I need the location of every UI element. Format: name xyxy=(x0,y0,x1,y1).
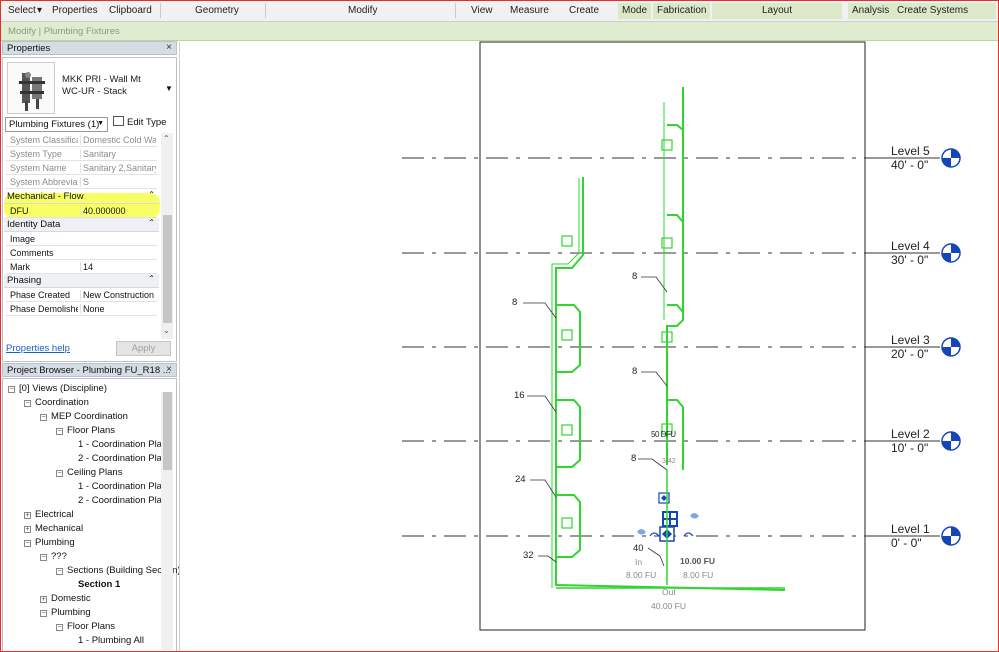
level-5-elevation[interactable]: 40' - 0" xyxy=(891,158,928,172)
small-size-label: 3/42 xyxy=(662,458,676,465)
level-5-name[interactable]: Level 5 xyxy=(891,144,930,158)
level-3-elevation[interactable]: 20' - 0" xyxy=(891,347,928,361)
fu-label-left: 8.00 FU xyxy=(626,570,657,580)
level-head-symbols xyxy=(941,148,961,546)
pipe-tag-left-24[interactable]: 24 xyxy=(515,474,526,485)
pipe-tag-left-8[interactable]: 8 xyxy=(512,297,517,308)
level-1-name[interactable]: Level 1 xyxy=(891,522,930,536)
level-4-name[interactable]: Level 4 xyxy=(891,239,930,253)
level-2-name[interactable]: Level 2 xyxy=(891,427,930,441)
level-head-4-icon xyxy=(941,243,961,263)
pipe-tag-left-32[interactable]: 32 xyxy=(523,550,534,561)
level-4-elevation[interactable]: 30' - 0" xyxy=(891,253,928,267)
tag-leaders xyxy=(523,276,668,567)
level-head-2-icon xyxy=(941,431,961,451)
fixture-tag-40[interactable]: 40 xyxy=(633,543,644,554)
pipe-tag-right-8-c[interactable]: 8 xyxy=(631,453,636,464)
level-head-5-icon xyxy=(941,148,961,168)
stack-dfu-label[interactable]: 50 DFU xyxy=(651,430,676,439)
section-view-drawing xyxy=(402,41,961,631)
fu-label-right: 8.00 FU xyxy=(683,570,714,580)
level-head-3-icon xyxy=(941,337,961,357)
fu-label-right-top: 10.00 FU xyxy=(680,556,715,566)
level-1-elevation[interactable]: 0' - 0" xyxy=(891,536,922,550)
pipe-tag-right-8-a[interactable]: 8 xyxy=(632,271,637,282)
fu-label-out: 40.00 FU xyxy=(651,601,686,611)
level-head-1-icon xyxy=(941,526,961,546)
level-2-elevation[interactable]: 10' - 0" xyxy=(891,441,928,455)
fixture-tag-in: In xyxy=(635,557,643,567)
fixture-cluster xyxy=(637,470,699,585)
pipe-tag-left-16[interactable]: 16 xyxy=(514,390,525,401)
level-lines xyxy=(402,157,886,537)
right-sanitary-stack xyxy=(661,87,684,470)
level-3-name[interactable]: Level 3 xyxy=(891,333,930,347)
fixture-tag-out: Out xyxy=(662,587,676,597)
pipe-tag-right-8-b[interactable]: 8 xyxy=(632,366,637,377)
right-stack-main xyxy=(666,87,684,465)
